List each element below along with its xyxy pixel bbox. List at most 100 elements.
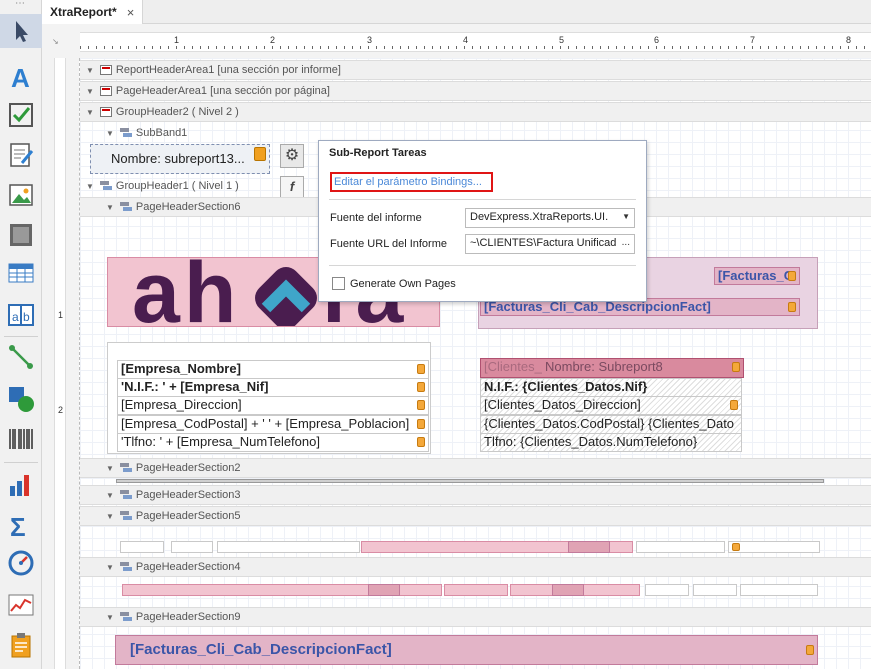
band-label: PageHeaderSection9	[135, 611, 241, 623]
svg-text:A: A	[11, 63, 30, 91]
sparkline-tool[interactable]	[6, 590, 36, 620]
richtext-tool[interactable]	[6, 140, 36, 170]
table-cell[interactable]	[568, 541, 610, 553]
table-cell[interactable]	[645, 584, 689, 596]
client-address-field[interactable]: [Clientes_Datos_Direccion]	[480, 396, 742, 415]
ruler-tick	[768, 46, 769, 49]
svg-text:ah: ah	[132, 258, 240, 327]
ruler-tick	[416, 46, 417, 49]
band-page-header[interactable]: ▼ PageHeaderArea1 [una sección por págin…	[80, 81, 871, 101]
ruler-number: 6	[654, 35, 660, 45]
ruler-tick	[544, 46, 545, 49]
ruler-tick	[120, 46, 121, 49]
band-phs3[interactable]: ▼ PageHeaderSection3	[80, 485, 871, 505]
company-nif-field[interactable]: 'N.I.F.: ' + [Empresa_Nif]	[117, 378, 429, 397]
ruler-tick	[288, 46, 289, 49]
shape-tool[interactable]	[6, 384, 36, 414]
report-band-icon	[99, 65, 112, 75]
table-cell[interactable]	[444, 584, 508, 596]
facturas-short-field[interactable]: [Facturas_C	[714, 267, 800, 285]
expand-icon[interactable]: ▼	[86, 108, 94, 117]
expand-icon[interactable]: ▼	[106, 203, 114, 212]
ruler-tick	[536, 46, 537, 49]
chart-tool[interactable]	[6, 470, 36, 500]
ruler-tick	[272, 46, 273, 49]
line-tool[interactable]	[6, 342, 36, 372]
table-cell[interactable]	[171, 541, 213, 553]
table-cell[interactable]	[552, 584, 584, 596]
expand-icon[interactable]: ▼	[86, 87, 94, 96]
summary-tool[interactable]: Σ	[6, 510, 36, 540]
ruler-strip: 1 2 3 4 5 6 7 8	[80, 32, 871, 52]
ruler-tick	[856, 46, 857, 49]
band-phs5[interactable]: ▼ PageHeaderSection5	[80, 506, 871, 526]
expand-icon[interactable]: ▼	[106, 563, 114, 572]
table-cell[interactable]	[728, 541, 820, 553]
edit-bindings-link[interactable]: Editar el parámetro Bindings...	[330, 172, 493, 192]
ruler-tick	[688, 46, 689, 49]
company-phone-field[interactable]: 'Tlfno: ' + [Empresa_NumTelefono]	[117, 433, 429, 452]
checkbox-tool[interactable]	[6, 100, 36, 130]
ruler-tick	[704, 46, 705, 49]
divider-line[interactable]	[116, 479, 824, 483]
expand-icon[interactable]: ▼	[106, 613, 114, 622]
expand-icon[interactable]: ▼	[106, 464, 114, 473]
ruler-tick	[608, 46, 609, 49]
generate-own-pages-checkbox[interactable]	[332, 277, 345, 290]
client-postal-field[interactable]: {Clientes_Datos.CodPostal} {Clientes_Dat…	[480, 415, 742, 434]
ruler-tick	[512, 46, 513, 49]
label-tool[interactable]: A	[6, 62, 36, 92]
panel-tool[interactable]	[6, 220, 36, 250]
picture-icon	[9, 184, 33, 206]
ruler-tick	[624, 46, 625, 49]
ruler-tick	[800, 46, 801, 49]
company-postal-field[interactable]: [Empresa_CodPostal] + ' ' + [Empresa_Pob…	[117, 415, 429, 434]
bottom-descripcion-field[interactable]: [Facturas_Cli_Cab_DescripcionFact]	[115, 635, 818, 665]
band-phs4[interactable]: ▼ PageHeaderSection4	[80, 557, 871, 577]
toolbox-grip[interactable]: ⋯	[0, 0, 41, 12]
client-phone-field[interactable]: Tlfno: {Clientes_Datos.NumTelefono}	[480, 433, 742, 452]
tab-xtrareport[interactable]: XtraReport* ×	[42, 0, 144, 24]
picture-tool[interactable]	[6, 180, 36, 210]
table-cell[interactable]	[217, 541, 360, 553]
url-field[interactable]: ~\CLIENTES\Factura Unificad...	[465, 234, 635, 254]
smart-tag-gear-icon[interactable]: ⚙	[280, 144, 304, 168]
ruler-tick	[760, 46, 761, 49]
barcode-tool[interactable]	[6, 424, 36, 454]
expand-icon[interactable]: ▼	[86, 66, 94, 75]
table-tool[interactable]	[6, 258, 36, 288]
charactercomb-tool[interactable]: ab	[6, 300, 36, 330]
band-report-header[interactable]: ▼ ReportHeaderArea1 [una sección por inf…	[80, 60, 871, 80]
ruler-corner-icon[interactable]: ↘	[52, 37, 62, 47]
company-address-field[interactable]: [Empresa_Direccion]	[117, 396, 429, 415]
ruler-tick	[80, 46, 81, 49]
expand-icon[interactable]: ▼	[106, 491, 114, 500]
table-cell[interactable]	[120, 541, 164, 553]
table-cell[interactable]	[693, 584, 737, 596]
subreport-control[interactable]: Nombre: subreport13...	[90, 144, 270, 174]
client-subreport-field[interactable]: [Clientes_ Nombre: Subreport8	[480, 358, 744, 378]
expand-icon[interactable]: ▼	[86, 182, 94, 191]
close-tab-icon[interactable]: ×	[127, 5, 135, 20]
expand-icon[interactable]: ▼	[106, 512, 114, 521]
band-group-header2[interactable]: ▼ GroupHeader2 ( Nivel 2 )	[80, 102, 871, 122]
table-cell[interactable]	[636, 541, 725, 553]
horizontal-ruler: ↘ 1 2 3 4 5 6 7 8	[42, 24, 871, 58]
subreport-tool[interactable]	[6, 630, 36, 660]
gauge-tool[interactable]	[6, 548, 36, 578]
pointer-tool[interactable]	[0, 14, 42, 48]
client-nif-field[interactable]: N.I.F.: {Clientes_Datos.Nif}	[480, 378, 742, 397]
band-phs2[interactable]: ▼ PageHeaderSection2	[80, 458, 871, 478]
table-cell[interactable]	[368, 584, 400, 596]
browse-button[interactable]: ...	[621, 237, 630, 248]
band-phs9[interactable]: ▼ PageHeaderSection9	[80, 607, 871, 627]
ruler-tick	[336, 46, 337, 49]
table-cell[interactable]	[740, 584, 818, 596]
ruler-tick	[200, 46, 201, 49]
ruler-number: 5	[559, 35, 565, 45]
source-dropdown[interactable]: DevExpress.XtraReports.UI. ▼	[465, 208, 635, 228]
company-name-field[interactable]: [Empresa_Nombre]	[117, 360, 429, 379]
ruler-tick	[96, 46, 97, 49]
ruler-number: 7	[750, 35, 756, 45]
expand-icon[interactable]: ▼	[106, 129, 114, 138]
